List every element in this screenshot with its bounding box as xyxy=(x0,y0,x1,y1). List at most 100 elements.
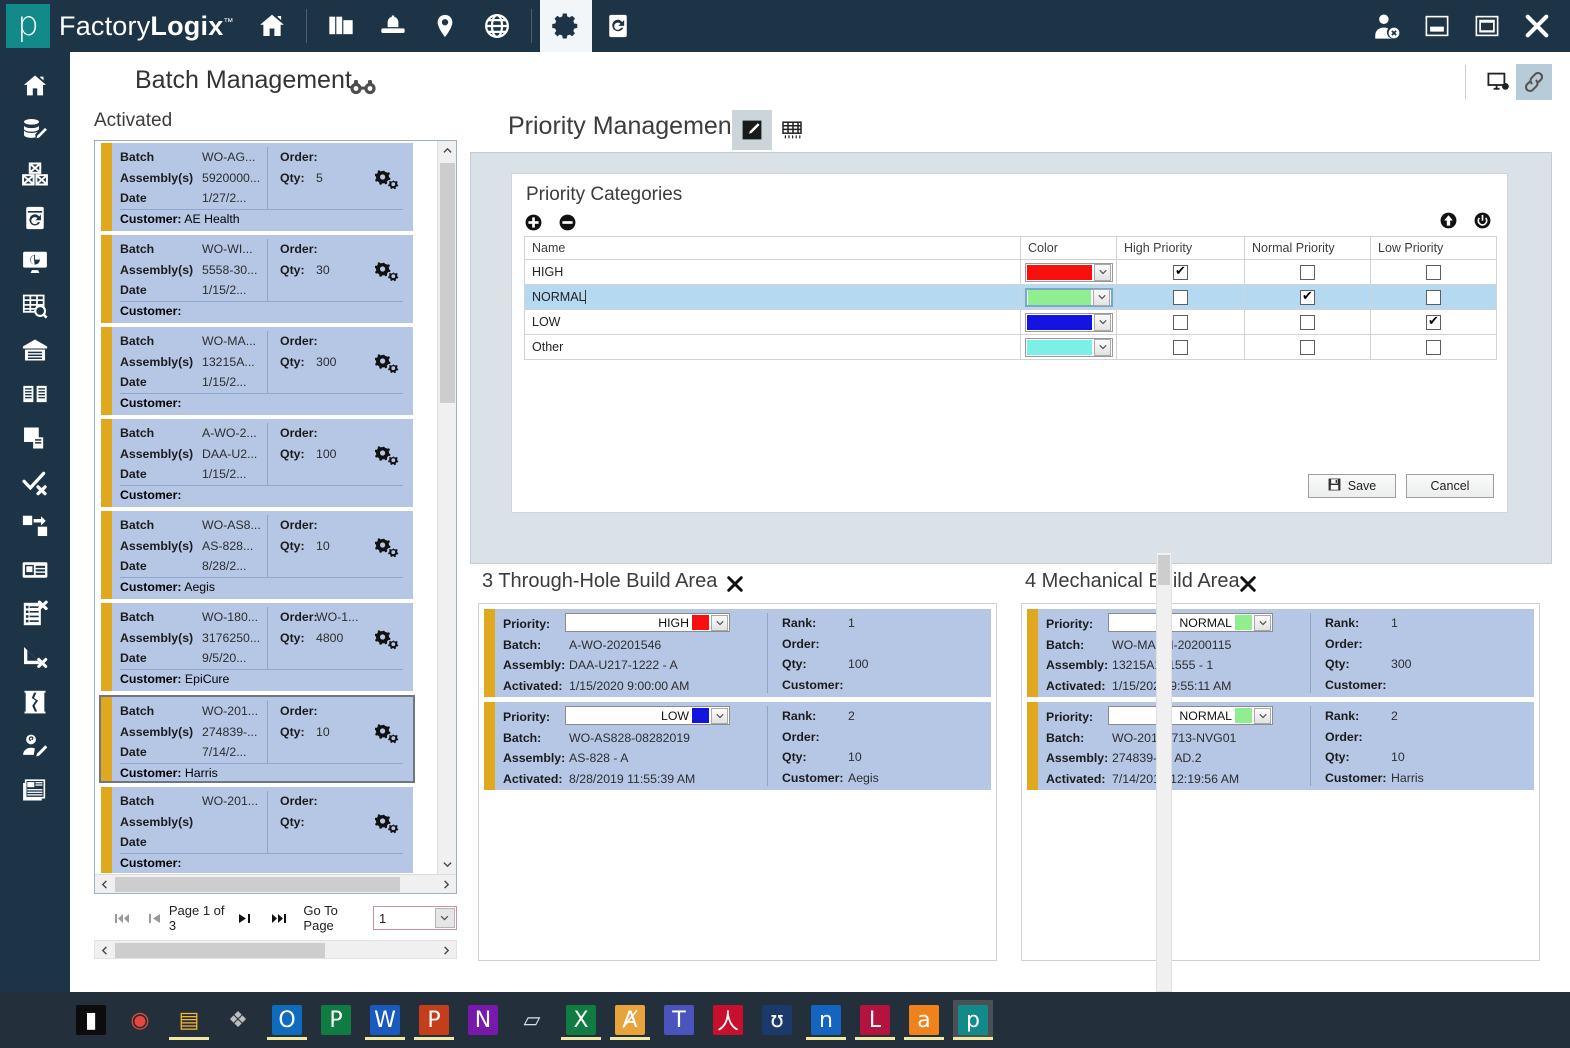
panel-scroll-left-button[interactable] xyxy=(95,941,114,960)
category-color-cell[interactable] xyxy=(1021,260,1117,285)
chevron-down-icon[interactable] xyxy=(711,615,728,631)
chevron-down-icon[interactable] xyxy=(1093,289,1110,306)
high-priority-cell[interactable] xyxy=(1117,285,1245,310)
batch-card[interactable]: BatchWO-MA...Assembly(s)13215A...Date1/1… xyxy=(101,327,413,415)
close-build-area-icon[interactable] xyxy=(1239,575,1257,598)
sidebar-item-measure-reject[interactable] xyxy=(0,636,70,680)
last-page-button[interactable] xyxy=(269,907,289,929)
taskbar-excel-icon[interactable]: X xyxy=(561,1000,601,1040)
batch-card[interactable]: BatchWO-WI...Assembly(s)5558-30...Date1/… xyxy=(101,235,413,323)
previous-page-button[interactable] xyxy=(144,907,164,929)
copy-stack-icon[interactable] xyxy=(315,0,367,52)
batch-settings-gear-icon[interactable] xyxy=(375,629,399,656)
low-priority-checkbox[interactable] xyxy=(1426,290,1441,305)
content-vertical-scrollbar[interactable] xyxy=(1156,552,1172,992)
taskbar-powerpoint-icon[interactable]: P xyxy=(414,1000,454,1040)
taskbar-teams-icon[interactable]: T xyxy=(659,1000,699,1040)
low-priority-cell[interactable] xyxy=(1371,335,1497,360)
globe-icon[interactable] xyxy=(471,0,523,52)
table-row[interactable]: Other xyxy=(525,335,1497,360)
build-area-batch-card[interactable]: Priority:NORMALBatch:WO-MACH-20200115Ass… xyxy=(1027,609,1534,697)
scroll-right-button[interactable] xyxy=(437,875,456,894)
batch-settings-gear-icon[interactable] xyxy=(375,261,399,288)
category-color-cell[interactable] xyxy=(1021,310,1117,335)
normal-priority-checkbox[interactable] xyxy=(1300,290,1315,305)
high-priority-checkbox[interactable] xyxy=(1173,290,1188,305)
taskbar-outlook-icon[interactable]: O xyxy=(267,1000,307,1040)
batch-card[interactable]: BatchWO-201...Assembly(s)274839-...Date7… xyxy=(99,695,415,783)
category-color-cell[interactable] xyxy=(1021,285,1117,310)
taskbar-lucid-icon[interactable]: L xyxy=(855,1000,895,1040)
high-priority-cell[interactable] xyxy=(1117,260,1245,285)
batch-card[interactable]: BatchA-WO-2...Assembly(s)DAA-U2...Date1/… xyxy=(101,419,413,507)
batch-settings-gear-icon[interactable] xyxy=(375,353,399,380)
content-scroll-thumb[interactable] xyxy=(1158,555,1170,585)
low-priority-cell[interactable] xyxy=(1371,310,1497,335)
save-button[interactable]: Save xyxy=(1308,474,1396,498)
taskbar-onenote-icon[interactable]: N xyxy=(463,1000,503,1040)
build-area-batch-card[interactable]: Priority:NORMALBatch:WO-20180713-NVG01As… xyxy=(1027,702,1534,790)
category-name-cell[interactable]: NORMAL xyxy=(525,285,1021,310)
sidebar-item-reports[interactable] xyxy=(0,284,70,328)
table-row[interactable]: HIGH xyxy=(525,260,1497,285)
batch-settings-gear-icon[interactable] xyxy=(375,813,399,840)
taskbar-app-a-icon[interactable]: a xyxy=(904,1000,944,1040)
batch-list-hscroll-thumb[interactable] xyxy=(115,877,400,892)
home-icon[interactable] xyxy=(246,0,298,52)
panel-hscroll-thumb[interactable] xyxy=(115,943,325,958)
low-priority-checkbox[interactable] xyxy=(1426,315,1441,330)
taskbar-file-explorer-icon[interactable]: ▤ xyxy=(169,1000,209,1040)
sidebar-item-defect[interactable] xyxy=(0,680,70,724)
cancel-button[interactable]: Cancel xyxy=(1406,474,1494,498)
next-page-button[interactable] xyxy=(235,907,255,929)
first-page-button[interactable] xyxy=(112,907,132,929)
sidebar-item-dashboard[interactable] xyxy=(0,240,70,284)
normal-priority-cell[interactable] xyxy=(1245,335,1371,360)
taskbar-start-icon[interactable] xyxy=(22,1000,62,1040)
high-priority-cell[interactable] xyxy=(1117,310,1245,335)
taskbar-chrome-icon[interactable]: ◉ xyxy=(120,1000,160,1040)
batch-card[interactable]: BatchWO-AS8...Assembly(s)AS-828...Date8/… xyxy=(101,511,413,599)
batch-settings-gear-icon[interactable] xyxy=(375,445,399,472)
sidebar-item-inspection[interactable] xyxy=(0,460,70,504)
batch-panel-horizontal-scrollbar[interactable] xyxy=(94,940,457,959)
low-priority-checkbox[interactable] xyxy=(1426,265,1441,280)
taskbar-sql-icon[interactable]: ʊ xyxy=(757,1000,797,1040)
history-icon[interactable] xyxy=(592,0,644,52)
taskbar-visio-icon[interactable]: Ⱥ xyxy=(610,1000,650,1040)
close-button[interactable] xyxy=(1512,0,1562,52)
sidebar-item-labels[interactable] xyxy=(0,548,70,592)
normal-priority-checkbox[interactable] xyxy=(1300,265,1315,280)
chevron-down-icon[interactable] xyxy=(1254,708,1271,724)
high-priority-checkbox[interactable] xyxy=(1173,340,1188,355)
color-picker[interactable] xyxy=(1025,338,1113,357)
add-row-icon[interactable] xyxy=(525,214,542,236)
hardhat-icon[interactable] xyxy=(367,0,419,52)
low-priority-cell[interactable] xyxy=(1371,285,1497,310)
low-priority-checkbox[interactable] xyxy=(1426,340,1441,355)
priority-select[interactable]: HIGH xyxy=(565,613,730,632)
color-picker[interactable] xyxy=(1025,313,1113,332)
color-picker[interactable] xyxy=(1025,288,1113,307)
batch-settings-gear-icon[interactable] xyxy=(375,169,399,196)
high-priority-checkbox[interactable] xyxy=(1173,315,1188,330)
link-icon[interactable] xyxy=(1516,64,1552,100)
normal-priority-cell[interactable] xyxy=(1245,310,1371,335)
category-name-cell[interactable]: Other xyxy=(525,335,1021,360)
sidebar-item-transfer[interactable] xyxy=(0,504,70,548)
map-pin-icon[interactable] xyxy=(419,0,471,52)
normal-priority-checkbox[interactable] xyxy=(1300,315,1315,330)
normal-priority-checkbox[interactable] xyxy=(1300,340,1315,355)
sidebar-item-home[interactable] xyxy=(0,64,70,108)
scroll-up-button[interactable] xyxy=(438,141,457,160)
low-priority-cell[interactable] xyxy=(1371,260,1497,285)
batch-list-vertical-scrollbar[interactable] xyxy=(437,141,456,893)
close-build-area-icon[interactable] xyxy=(726,575,744,598)
sidebar-item-batches[interactable] xyxy=(0,152,70,196)
scroll-down-button[interactable] xyxy=(438,855,457,874)
chevron-down-icon[interactable] xyxy=(1254,615,1271,631)
priority-select[interactable]: NORMAL xyxy=(1108,706,1273,725)
category-name-cell[interactable]: LOW xyxy=(525,310,1021,335)
priority-select[interactable]: NORMAL xyxy=(1108,613,1273,632)
priority-select[interactable]: LOW xyxy=(565,706,730,725)
